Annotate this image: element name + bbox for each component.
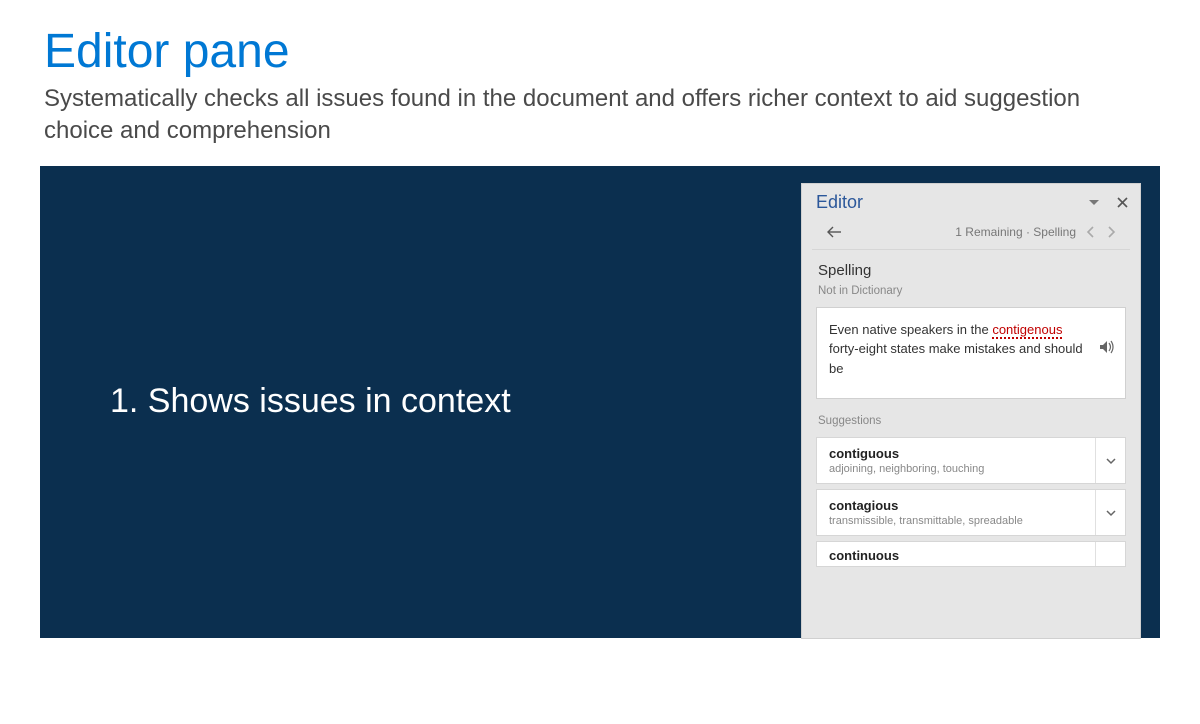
suggestion-dropdown[interactable]	[1095, 490, 1125, 535]
suggestion-dropdown[interactable]	[1095, 438, 1125, 483]
context-post: forty-eight states make mistakes and sho…	[829, 341, 1083, 376]
context-pre: Even native speakers in the	[829, 322, 992, 337]
suggestion-synonyms: transmissible, transmittable, spreadable	[829, 515, 1085, 527]
remaining-label: 1 Remaining · Spelling	[955, 225, 1076, 239]
caption-area: 1. Shows issues in context	[40, 166, 802, 638]
pane-header: Editor	[802, 184, 1140, 219]
suggestion-item[interactable]: continuous	[816, 541, 1126, 567]
suggestions-list: contiguous adjoining, neighboring, touch…	[816, 437, 1126, 572]
read-aloud-icon[interactable]	[1099, 340, 1115, 354]
editor-pane: Editor 1 Remaining · Spelling	[802, 184, 1140, 638]
slide-title: Editor pane	[44, 24, 1200, 79]
suggestion-item[interactable]: contiguous adjoining, neighboring, touch…	[816, 437, 1126, 484]
issue-reason: Not in Dictionary	[802, 281, 1140, 307]
prev-issue-icon[interactable]	[1084, 226, 1097, 238]
pane-nav: 1 Remaining · Spelling	[812, 219, 1130, 250]
suggestion-word: contagious	[829, 498, 1085, 513]
issue-category: Spelling	[802, 250, 1140, 281]
context-sentence: Even native speakers in the contigenous …	[816, 307, 1126, 400]
content-band: 1. Shows issues in context Editor 1 Rema…	[40, 166, 1160, 638]
suggestion-word: contiguous	[829, 446, 1085, 461]
next-issue-icon[interactable]	[1105, 226, 1118, 238]
suggestion-item[interactable]: contagious transmissible, transmittable,…	[816, 489, 1126, 536]
pane-title: Editor	[816, 192, 863, 213]
suggestion-synonyms: adjoining, neighboring, touching	[829, 463, 1085, 475]
caption-text: 1. Shows issues in context	[110, 382, 511, 421]
pane-options-icon[interactable]	[1089, 197, 1099, 207]
suggestions-header: Suggestions	[802, 411, 1140, 437]
back-icon[interactable]	[826, 226, 842, 238]
suggestion-word: continuous	[829, 548, 1085, 563]
slide-subtitle: Systematically checks all issues found i…	[44, 83, 1140, 148]
suggestion-dropdown[interactable]	[1095, 542, 1125, 566]
misspelled-word: contigenous	[992, 322, 1062, 339]
close-icon[interactable]	[1117, 197, 1128, 208]
